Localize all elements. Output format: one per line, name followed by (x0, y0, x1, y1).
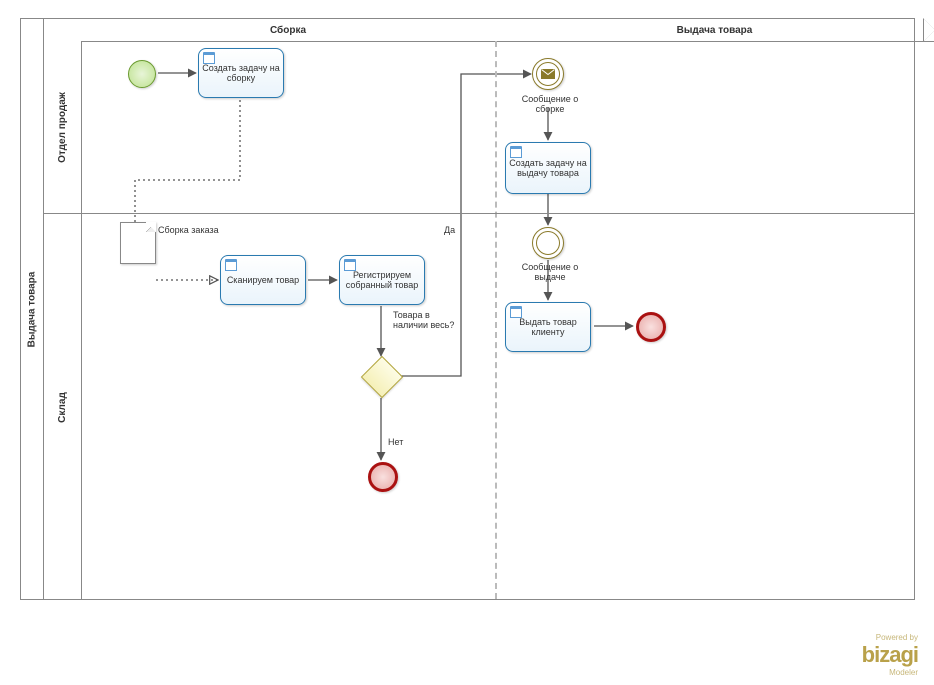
gateway-question: Товара в наличии весь? (393, 310, 463, 330)
manual-task-icon (510, 306, 522, 318)
phase-issue: Выдача товара (495, 19, 934, 41)
branding-logo: Powered by bizagi Modeler (862, 633, 918, 677)
data-object-order[interactable] (120, 222, 156, 264)
pool: Выдача товара Сборка Выдача товара Отдел… (20, 18, 915, 600)
manual-task-icon (510, 146, 522, 158)
message-event-issue[interactable] (532, 227, 564, 259)
manual-task-icon (225, 259, 237, 271)
task-create-assembly[interactable]: Создать задачу на сборку (198, 48, 284, 98)
phase-assembly: Сборка (81, 19, 495, 41)
lane-sales: Отдел продаж (43, 41, 914, 213)
manual-task-icon (203, 52, 215, 64)
task-scan[interactable]: Сканируем товар (220, 255, 306, 305)
message-event-assembly[interactable] (532, 58, 564, 90)
task-create-issue[interactable]: Создать задачу на выдачу товара (505, 142, 591, 194)
data-object-label: Сборка заказа (158, 225, 219, 235)
gateway-no-label: Нет (388, 437, 403, 447)
end-event-done[interactable] (636, 312, 666, 342)
diagram-canvas: Выдача товара Сборка Выдача товара Отдел… (0, 0, 934, 685)
msg-issue-label: Сообщение о выдаче (518, 262, 582, 282)
manual-task-icon (344, 259, 356, 271)
lane-warehouse: Склад (43, 213, 914, 600)
envelope-icon (541, 69, 555, 79)
start-event[interactable] (128, 60, 156, 88)
gateway-yes-label: Да (444, 225, 455, 235)
task-issue-client[interactable]: Выдать товар клиенту (505, 302, 591, 352)
end-event-no-stock[interactable] (368, 462, 398, 492)
pool-title: Выдача товара (21, 19, 44, 599)
msg-assembly-label: Сообщение о сборке (518, 94, 582, 114)
task-register[interactable]: Регистрируем собранный товар (339, 255, 425, 305)
phase-header: Сборка Выдача товара (81, 19, 934, 42)
